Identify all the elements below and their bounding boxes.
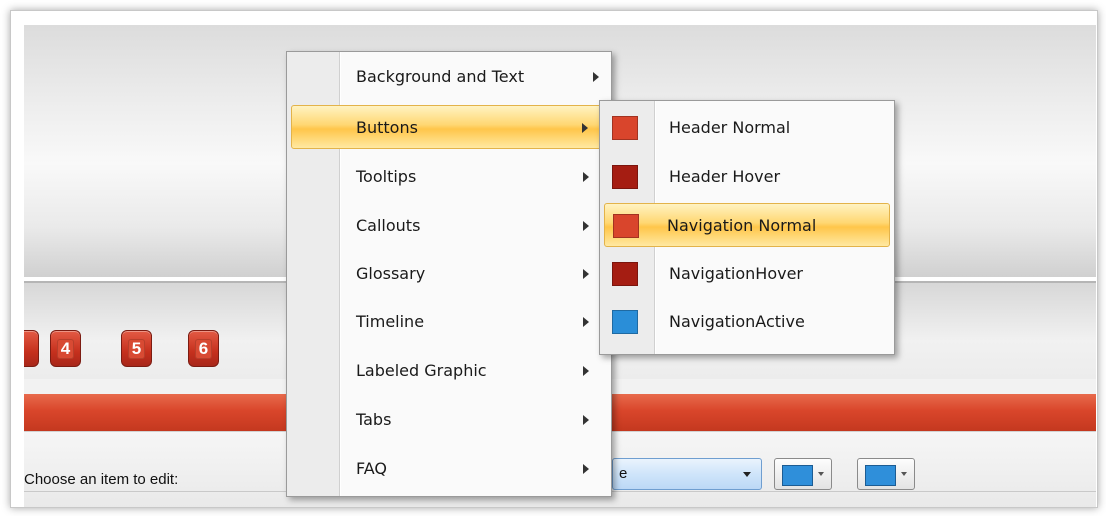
choose-item-label: Choose an item to edit: (24, 471, 179, 488)
menu-item-callouts[interactable]: Callouts (289, 204, 609, 248)
color-swatch (865, 465, 896, 486)
screenshot-stage: 4 5 6 Choose an item to edit: e Backgrou… (0, 0, 1106, 516)
submenu-item-label: Navigation Normal (667, 216, 817, 235)
chevron-right-icon (583, 172, 589, 182)
menu-item-label: Tabs (356, 410, 392, 429)
submenu-item-label: NavigationHover (669, 264, 804, 283)
menu-item-label: FAQ (356, 459, 387, 478)
item-select-value: e (619, 465, 628, 482)
menu-item-tooltips[interactable]: Tooltips (289, 155, 609, 199)
chevron-right-icon (583, 317, 589, 327)
theme-context-menu: Background and Text Buttons Tooltips Cal… (286, 51, 612, 497)
menu-item-labeled-graphic[interactable]: Labeled Graphic (289, 349, 609, 393)
menu-item-label: Glossary (356, 264, 426, 283)
color-picker-2[interactable] (857, 458, 915, 490)
menu-item-label: Labeled Graphic (356, 361, 487, 380)
nav-button-5[interactable]: 5 (121, 330, 152, 367)
menu-item-tabs[interactable]: Tabs (289, 398, 609, 442)
chevron-right-icon (582, 123, 588, 133)
nav-button-partial[interactable] (24, 330, 39, 367)
menu-item-buttons[interactable]: Buttons (291, 105, 607, 149)
submenu-item-label: Header Normal (669, 118, 791, 137)
menu-item-timeline[interactable]: Timeline (289, 300, 609, 344)
menu-item-label: Callouts (356, 216, 421, 235)
color-swatch-icon (612, 310, 638, 334)
color-picker-1[interactable] (774, 458, 832, 490)
app-canvas: 4 5 6 Choose an item to edit: e Backgrou… (24, 25, 1096, 507)
chevron-down-icon (743, 472, 751, 477)
nav-button-label: 6 (195, 339, 212, 359)
menu-item-label: Buttons (356, 118, 418, 137)
chevron-down-icon (901, 472, 907, 476)
nav-button-4[interactable]: 4 (50, 330, 81, 367)
color-swatch-icon (612, 262, 638, 286)
nav-button-6[interactable]: 6 (188, 330, 219, 367)
submenu-item-navigation-active[interactable]: NavigationActive (602, 300, 892, 344)
menu-item-label: Background and Text (356, 67, 525, 86)
chevron-down-icon (818, 472, 824, 476)
chevron-right-icon (593, 72, 599, 82)
submenu-item-label: NavigationActive (669, 312, 805, 331)
chevron-right-icon (583, 464, 589, 474)
menu-item-background-and-text[interactable]: Background and Text (289, 55, 609, 99)
color-swatch-icon (612, 116, 638, 140)
chevron-right-icon (583, 269, 589, 279)
color-swatch-icon (613, 214, 639, 238)
chevron-right-icon (583, 221, 589, 231)
menu-item-label: Tooltips (356, 167, 417, 186)
submenu-item-navigation-hover[interactable]: NavigationHover (602, 252, 892, 296)
color-swatch-icon (612, 165, 638, 189)
chevron-right-icon (583, 415, 589, 425)
menu-item-glossary[interactable]: Glossary (289, 252, 609, 296)
menu-item-label: Timeline (356, 312, 425, 331)
nav-button-label: 5 (128, 339, 145, 359)
screenshot-frame: 4 5 6 Choose an item to edit: e Backgrou… (10, 10, 1098, 508)
submenu-item-header-hover[interactable]: Header Hover (602, 155, 892, 199)
submenu-item-label: Header Hover (669, 167, 781, 186)
nav-button-label: 4 (57, 339, 74, 359)
buttons-submenu: Header Normal Header Hover Navigation No… (599, 100, 895, 355)
color-swatch (782, 465, 813, 486)
chevron-right-icon (583, 366, 589, 376)
menu-item-faq[interactable]: FAQ (289, 447, 609, 491)
submenu-item-navigation-normal[interactable]: Navigation Normal (604, 203, 890, 247)
submenu-item-header-normal[interactable]: Header Normal (602, 106, 892, 150)
item-select-dropdown[interactable]: e (612, 458, 762, 490)
